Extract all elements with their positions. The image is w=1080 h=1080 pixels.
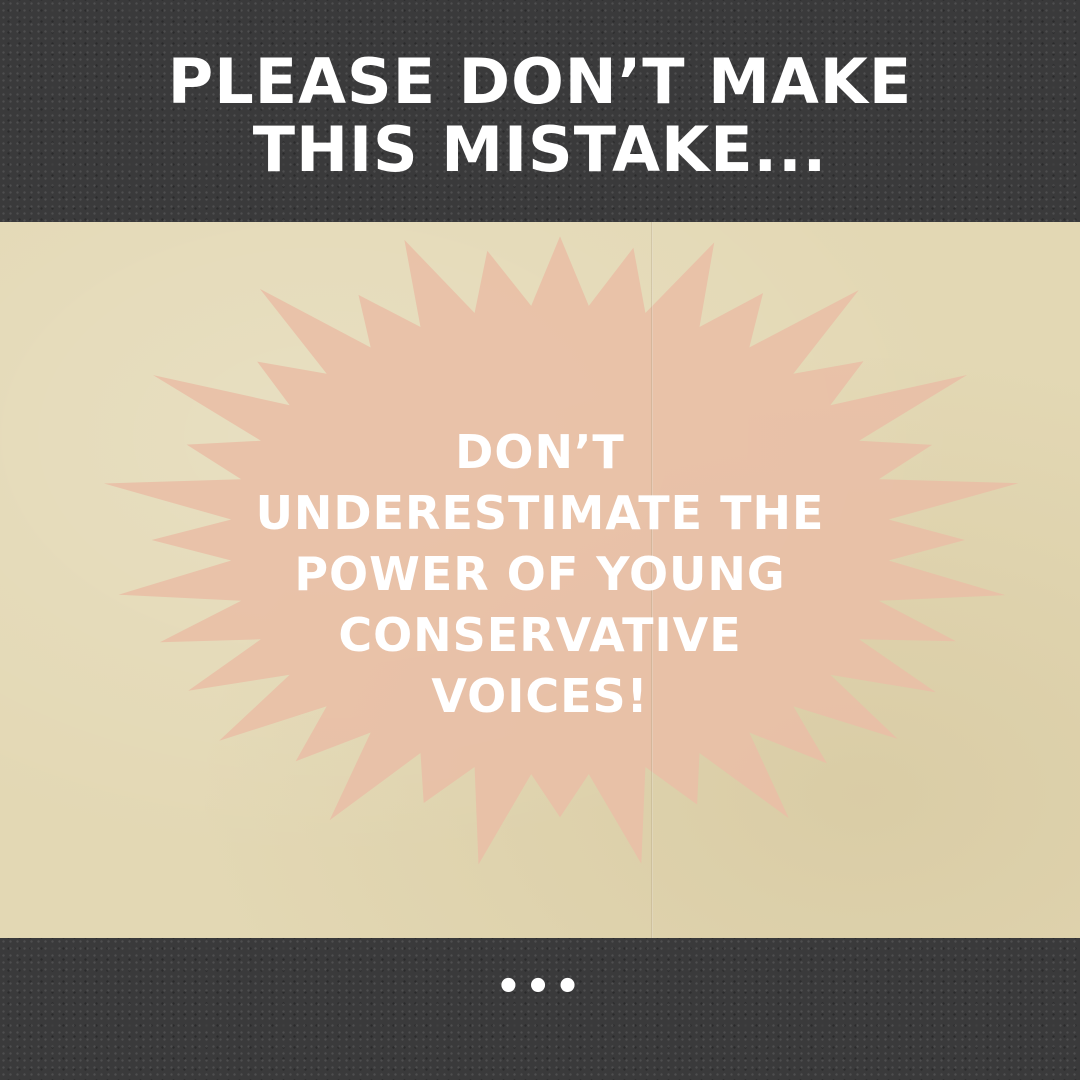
burst-line-1: DON’T [455,425,625,479]
headline: PLEASE DON’T MAKE THIS MISTAKE... [0,48,1080,184]
burst-message: DON’T UNDERESTIMATE THE POWER OF YOUNG C… [200,422,880,727]
poster: PLEASE DON’T MAKE THIS MISTAKE... DON’T … [0,0,1080,1080]
headline-line-2: THIS MISTAKE... [252,113,828,186]
burst-line-5: VOICES! [431,669,649,723]
burst-line-3: POWER OF YOUNG [294,547,786,601]
burst-line-2: UNDERESTIMATE THE [255,486,825,540]
ellipsis-dots: ••• [495,964,585,1010]
headline-line-1: PLEASE DON’T MAKE [167,45,913,118]
burst-line-4: CONSERVATIVE [338,608,742,662]
